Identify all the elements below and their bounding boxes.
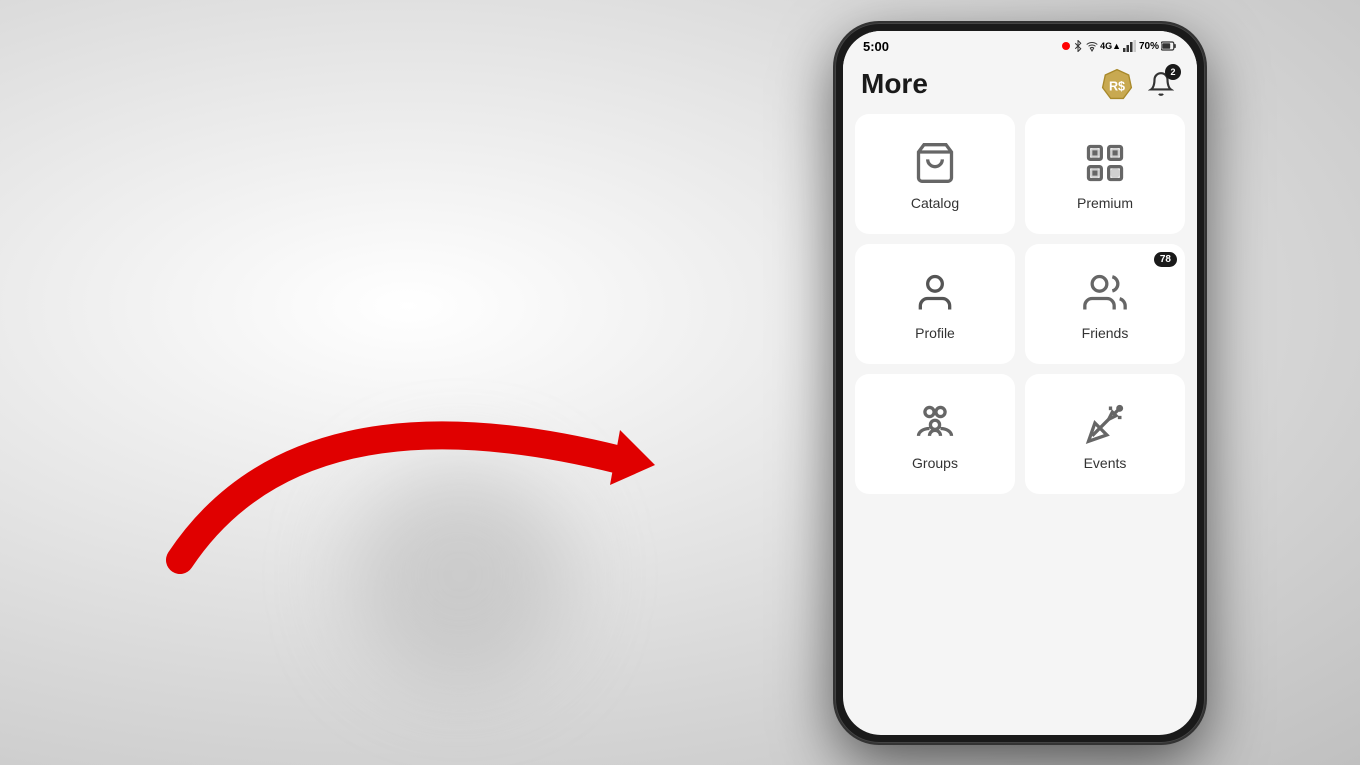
profile-icon: [913, 271, 957, 315]
events-icon: [1083, 401, 1127, 445]
header-actions: R$ 2: [1099, 66, 1179, 102]
notification-badge: 2: [1165, 64, 1181, 80]
profile-label: Profile: [915, 325, 955, 341]
friends-icon: [1083, 271, 1127, 315]
friends-badge: 78: [1154, 252, 1177, 267]
app-header: More R$ 2: [843, 58, 1197, 114]
phone-wrapper: 5:00 4G▲: [680, 0, 1360, 765]
menu-item-premium[interactable]: Premium: [1025, 114, 1185, 234]
notifications-button[interactable]: 2: [1143, 66, 1179, 102]
background-blob: [350, 465, 570, 685]
menu-item-friends[interactable]: 78 Friends: [1025, 244, 1185, 364]
phone-frame: 5:00 4G▲: [835, 23, 1205, 743]
phone-screen: 5:00 4G▲: [843, 31, 1197, 735]
catalog-icon: [913, 141, 957, 185]
menu-grid: Catalog: [843, 114, 1197, 494]
status-indicators: 4G▲ 70%: [1062, 40, 1177, 52]
signal-icon: [1123, 40, 1137, 52]
wifi-icon: [1086, 40, 1098, 52]
battery-icon: [1161, 41, 1177, 51]
recording-indicator: [1062, 42, 1070, 50]
menu-item-profile[interactable]: Profile: [855, 244, 1015, 364]
events-label: Events: [1084, 455, 1127, 471]
network-indicator: 4G▲: [1100, 41, 1121, 51]
menu-item-groups[interactable]: Groups: [855, 374, 1015, 494]
robux-icon[interactable]: R$: [1099, 66, 1135, 102]
groups-label: Groups: [912, 455, 958, 471]
svg-text:R$: R$: [1109, 79, 1125, 93]
status-bar: 5:00 4G▲: [843, 31, 1197, 58]
page-title: More: [861, 68, 928, 100]
battery-text: 70%: [1139, 41, 1159, 52]
menu-item-events[interactable]: Events: [1025, 374, 1185, 494]
bluetooth-icon: [1072, 40, 1084, 52]
groups-icon: [913, 401, 957, 445]
menu-item-catalog[interactable]: Catalog: [855, 114, 1015, 234]
friends-label: Friends: [1082, 325, 1129, 341]
premium-label: Premium: [1077, 195, 1133, 211]
premium-icon: [1083, 141, 1127, 185]
catalog-label: Catalog: [911, 195, 959, 211]
status-time: 5:00: [863, 39, 889, 54]
